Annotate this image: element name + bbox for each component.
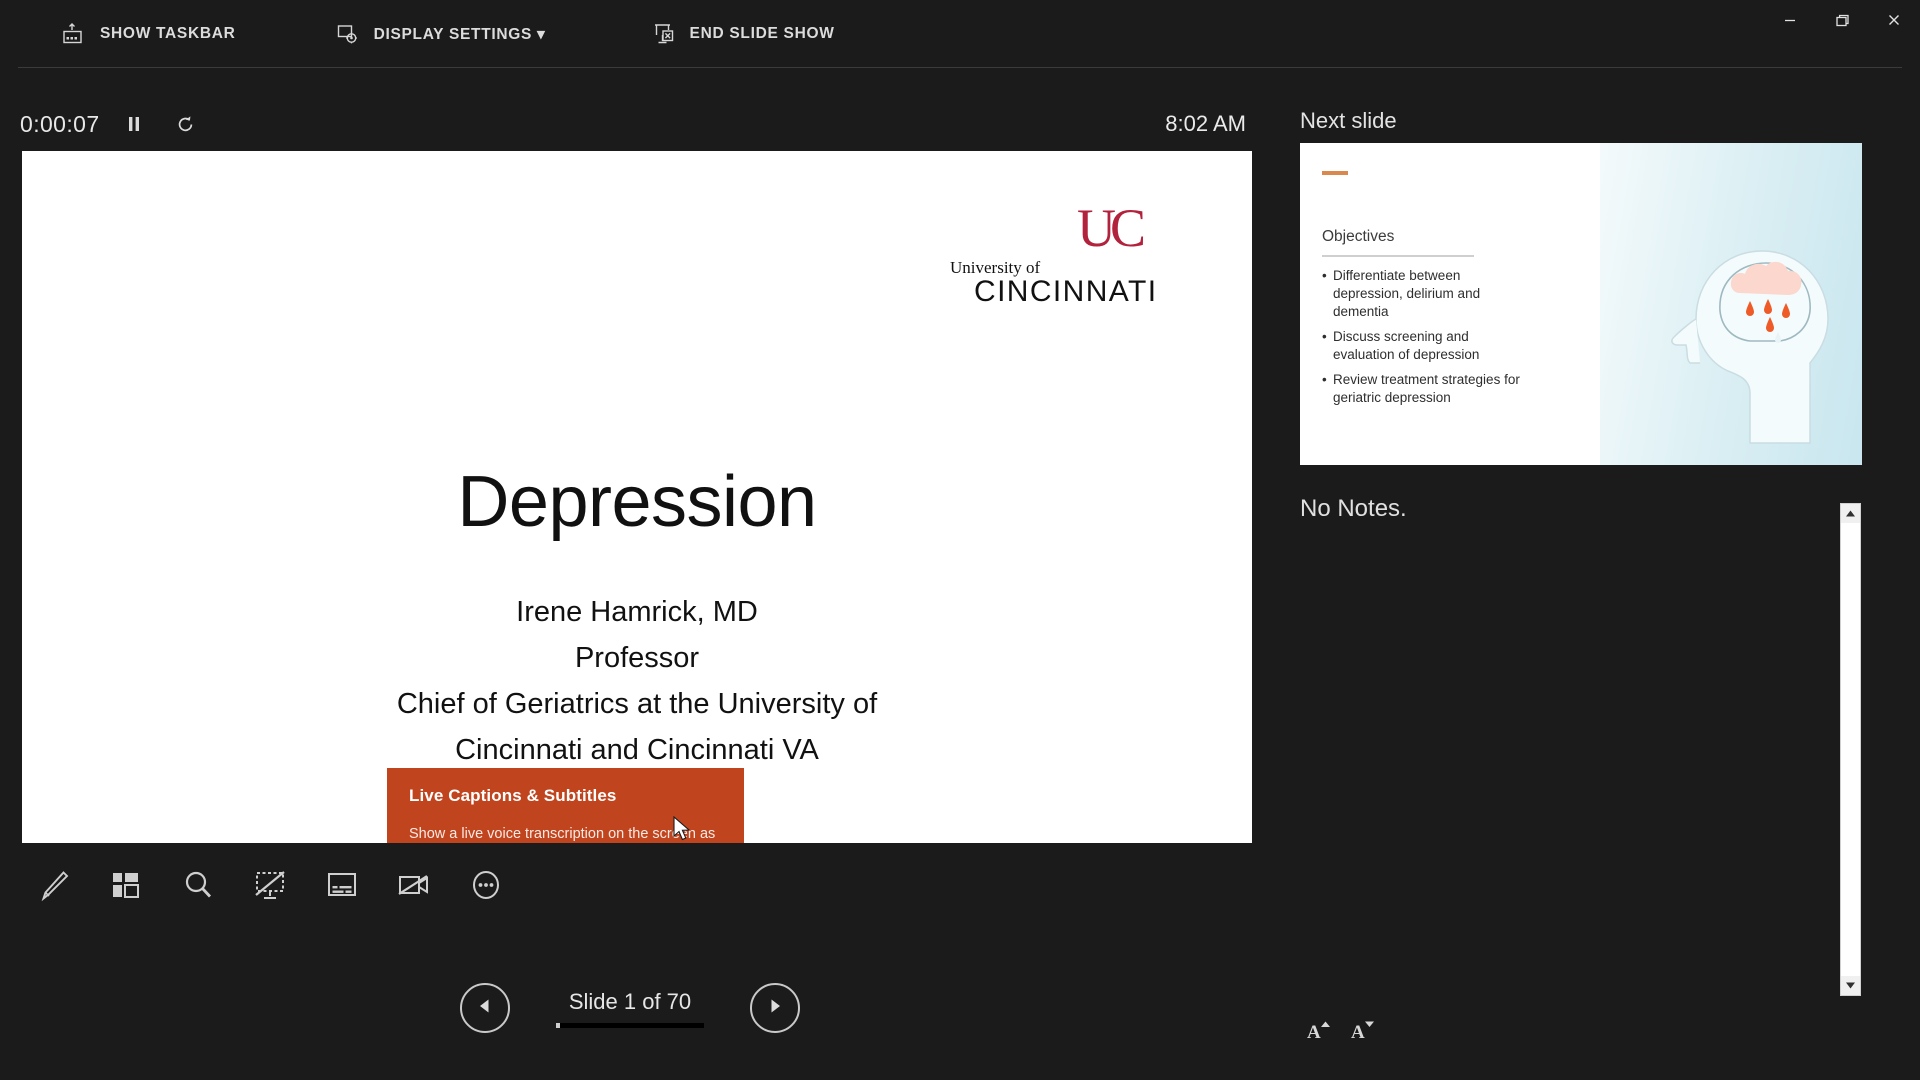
toggle-camera-button[interactable] — [378, 856, 450, 918]
current-slide-preview[interactable]: UC University of CINCINNATI Depression I… — [22, 151, 1252, 843]
slide-counter-label: Slide 1 of 70 — [568, 988, 692, 1014]
previous-slide-button[interactable] — [460, 983, 510, 1033]
blank-screen-icon — [249, 865, 291, 910]
pause-timer-button[interactable] — [116, 107, 152, 141]
next-slide-label: Next slide — [1300, 108, 1397, 133]
notes-font-size-controls: A A — [1295, 1012, 1383, 1052]
presenter-tools-toolbar — [18, 852, 522, 922]
slide-line-presenter: Irene Hamrick, MD — [516, 596, 758, 628]
notes-text: No Notes. — [1300, 495, 1407, 522]
notes-pane[interactable]: No Notes. — [1300, 495, 1820, 990]
university-of-cincinnati-logo: UC University of CINCINNATI — [950, 198, 1156, 308]
next-slide-button[interactable] — [750, 983, 800, 1033]
list-item: Review treatment strategies for geriatri… — [1322, 371, 1532, 407]
zoom-into-slide-button[interactable] — [162, 856, 234, 918]
more-options-icon — [466, 865, 506, 910]
window-controls — [1764, 0, 1920, 40]
captions-icon — [322, 865, 362, 910]
scroll-up-arrow-icon[interactable] — [1841, 504, 1860, 523]
increase-font-size-button[interactable]: A — [1295, 1012, 1339, 1052]
list-item: Differentiate between depression, deliri… — [1322, 267, 1532, 321]
thumbnail-rule — [1322, 255, 1474, 257]
elapsed-timer: 0:00:07 — [20, 110, 100, 137]
scroll-down-arrow-icon[interactable] — [1841, 976, 1860, 995]
live-captions-callout: Live Captions & Subtitles Show a live vo… — [387, 768, 744, 843]
thumbnail-text-area: Objectives Differentiate between depress… — [1300, 143, 1640, 465]
callout-title: Live Captions & Subtitles — [409, 786, 617, 805]
presenter-top-toolbar: SHOW TASKBAR DISPLAY SETTINGS ▾ END SLID… — [0, 0, 1920, 68]
reset-timer-button[interactable] — [168, 107, 204, 141]
slide-title: Depression — [457, 462, 817, 542]
uc-logo-line2: CINCINNATI — [974, 275, 1158, 308]
slide-progress-bar[interactable] — [556, 1022, 704, 1028]
thumbnail-bullet-list: Differentiate between depression, deliri… — [1322, 267, 1532, 414]
increase-font-size-icon: A — [1303, 1017, 1331, 1048]
show-taskbar-button[interactable]: SHOW TASKBAR — [50, 13, 242, 55]
previous-slide-icon — [476, 997, 494, 1020]
more-options-button[interactable] — [450, 856, 522, 918]
toolbar-divider — [18, 67, 1902, 68]
thumbnail-accent-bar — [1322, 171, 1348, 175]
decrease-font-size-icon: A — [1347, 1017, 1375, 1048]
taskbar-icon — [56, 19, 90, 49]
thumbnail-heading: Objectives — [1322, 228, 1395, 245]
callout-paragraph-1: Show a live voice transcription on the s… — [409, 826, 716, 842]
see-all-slides-button[interactable] — [90, 856, 162, 918]
svg-text:A: A — [1307, 1022, 1321, 1043]
end-slide-show-button[interactable]: END SLIDE SHOW — [640, 13, 841, 55]
brain-rain-illustration — [1600, 143, 1862, 465]
uc-monogram: UC — [1076, 198, 1146, 258]
camera-off-icon — [393, 865, 435, 910]
close-button[interactable] — [1868, 0, 1920, 40]
wall-clock: 8:02 AM — [1165, 111, 1246, 136]
pen-icon — [34, 865, 74, 910]
grid-slides-icon — [106, 865, 146, 910]
display-settings-icon — [330, 19, 364, 49]
restore-button[interactable] — [1816, 0, 1868, 40]
next-slide-icon — [766, 997, 784, 1020]
slide-progress-fill — [556, 1022, 560, 1028]
decrease-font-size-button[interactable]: A — [1339, 1012, 1383, 1052]
presenter-view-window: SHOW TASKBAR DISPLAY SETTINGS ▾ END SLID… — [0, 0, 1920, 1080]
end-slide-show-label: END SLIDE SHOW — [689, 25, 835, 42]
end-slide-show-icon — [646, 19, 680, 49]
svg-text:A: A — [1351, 1022, 1365, 1043]
next-slide-thumbnail[interactable]: Objectives Differentiate between depress… — [1300, 143, 1862, 465]
toggle-subtitles-button[interactable] — [306, 856, 378, 918]
list-item: Discuss screening and evaluation of depr… — [1322, 328, 1532, 364]
slide-line-role: Professor — [574, 642, 700, 674]
slide-line-affiliation: Chief of Geriatrics at the University of… — [396, 688, 878, 766]
black-screen-button[interactable] — [234, 856, 306, 918]
magnifier-icon — [178, 865, 218, 910]
show-taskbar-label: SHOW TASKBAR — [100, 25, 236, 42]
display-settings-button[interactable]: DISPLAY SETTINGS ▾ — [324, 13, 552, 55]
timer-row: 0:00:07 8:02 AM — [20, 103, 1252, 145]
notes-scrollbar[interactable] — [1840, 503, 1861, 996]
pen-tool-button[interactable] — [18, 856, 90, 918]
slide-navigation: Slide 1 of 70 — [460, 975, 800, 1041]
slide-counter: Slide 1 of 70 — [530, 989, 730, 1028]
notes-scrollbar-thumb[interactable] — [1841, 523, 1860, 947]
minimize-button[interactable] — [1764, 0, 1816, 40]
callout-body: Show a live voice transcription on the s… — [409, 824, 722, 843]
display-settings-label: DISPLAY SETTINGS ▾ — [373, 25, 546, 43]
